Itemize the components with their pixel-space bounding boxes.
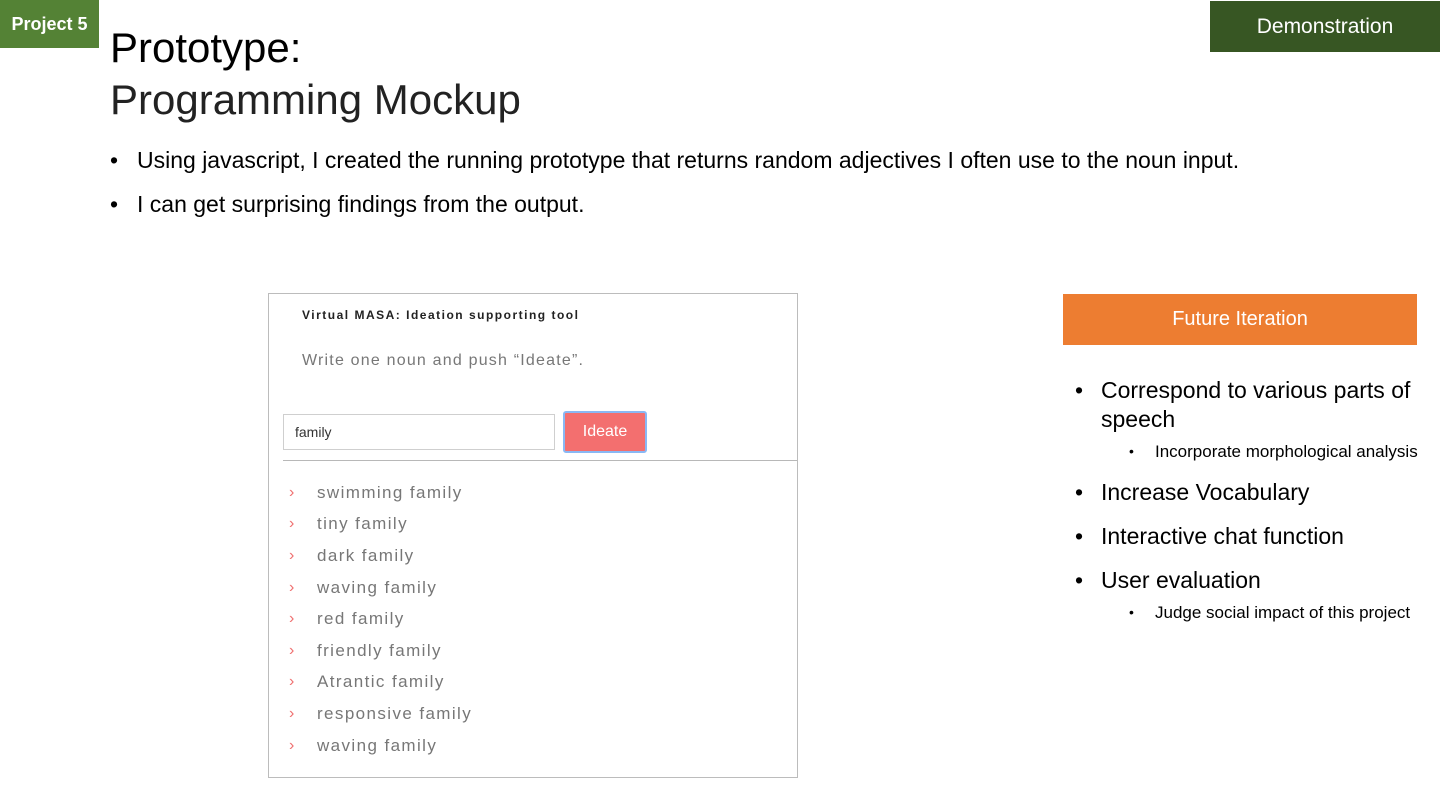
chevron-right-icon: › xyxy=(289,610,295,628)
result-item: › swimming family xyxy=(289,477,472,509)
result-item: › red family xyxy=(289,603,472,635)
future-sub-item: Incorporate morphological analysis xyxy=(1129,440,1420,463)
future-sub-item: Judge social impact of this project xyxy=(1129,601,1420,624)
result-text: waving family xyxy=(317,735,438,755)
future-item-label: Increase Vocabulary xyxy=(1101,479,1310,505)
ideate-button[interactable]: Ideate xyxy=(563,411,647,453)
result-item: › responsive family xyxy=(289,698,472,730)
future-iteration-list: Correspond to various parts of speech In… xyxy=(1075,376,1420,639)
result-text: friendly family xyxy=(317,640,442,660)
result-text: responsive family xyxy=(317,703,473,723)
result-item: › friendly family xyxy=(289,635,472,667)
noun-input[interactable] xyxy=(283,414,555,450)
project-badge: Project 5 xyxy=(0,0,99,48)
results-list: › swimming family › tiny family › dark fami… xyxy=(289,477,472,761)
demonstration-badge: Demonstration xyxy=(1210,1,1440,52)
divider xyxy=(283,460,797,461)
future-iteration-header: Future Iteration xyxy=(1063,294,1417,345)
future-sub-list: Judge social impact of this project xyxy=(1101,601,1420,624)
mockup-title: Virtual MASA: Ideation supporting tool xyxy=(302,308,580,322)
chevron-right-icon: › xyxy=(289,673,295,691)
chevron-right-icon: › xyxy=(289,546,295,564)
slide-title: Prototype: xyxy=(110,24,302,71)
chevron-right-icon: › xyxy=(289,736,295,754)
result-item: › waving family xyxy=(289,572,472,604)
result-item: › tiny family xyxy=(289,509,472,541)
result-text: tiny family xyxy=(317,514,408,534)
result-item: › dark family xyxy=(289,540,472,572)
result-text: waving family xyxy=(317,577,438,597)
chevron-right-icon: › xyxy=(289,704,295,722)
future-item: Correspond to various parts of speech In… xyxy=(1075,376,1420,463)
future-item: User evaluation Judge social impact of t… xyxy=(1075,566,1420,624)
future-item-label: Interactive chat function xyxy=(1101,523,1344,549)
slide-subtitle: Programming Mockup xyxy=(110,76,521,123)
prototype-mockup: Virtual MASA: Ideation supporting tool W… xyxy=(268,293,798,778)
result-text: Atrantic family xyxy=(317,672,445,692)
future-sub-list: Incorporate morphological analysis xyxy=(1101,440,1420,463)
result-text: dark family xyxy=(317,545,415,565)
future-item-label: User evaluation xyxy=(1101,567,1261,593)
main-bullets: Using javascript, I created the running … xyxy=(110,146,1300,234)
bullet-item: I can get surprising findings from the o… xyxy=(110,190,1300,219)
chevron-right-icon: › xyxy=(289,483,295,501)
chevron-right-icon: › xyxy=(289,641,295,659)
chevron-right-icon: › xyxy=(289,578,295,596)
future-item: Increase Vocabulary xyxy=(1075,478,1420,507)
future-item-label: Correspond to various parts of speech xyxy=(1101,377,1411,432)
mockup-instruction: Write one noun and push “Ideate”. xyxy=(302,352,585,369)
result-text: swimming family xyxy=(317,482,463,502)
result-item: › waving family xyxy=(289,730,472,762)
result-text: red family xyxy=(317,609,405,629)
bullet-item: Using javascript, I created the running … xyxy=(110,146,1300,175)
chevron-right-icon: › xyxy=(289,515,295,533)
result-item: › Atrantic family xyxy=(289,667,472,699)
future-item: Interactive chat function xyxy=(1075,522,1420,551)
